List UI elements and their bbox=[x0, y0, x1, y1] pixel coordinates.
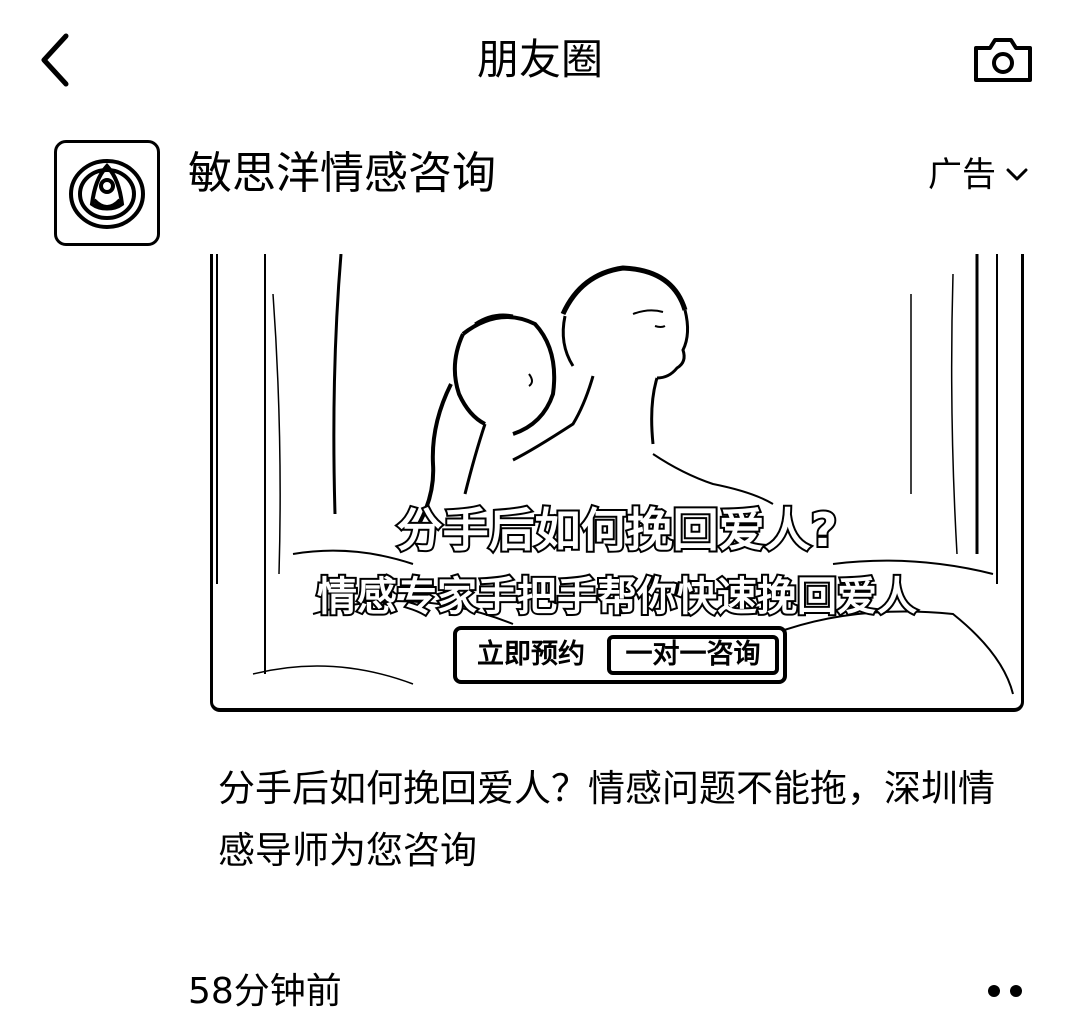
author-name[interactable]: 敏思洋情感咨询 bbox=[188, 146, 496, 202]
post-caption: 分手后如何挽回爱人？情感问题不能拖，深圳情感导师为您咨询 bbox=[218, 767, 995, 872]
more-dots-icon bbox=[988, 985, 1022, 997]
ad-menu[interactable]: 广告 bbox=[928, 152, 1028, 198]
ad-headline: 分手后如何挽回爱人? bbox=[395, 501, 840, 559]
more-button[interactable] bbox=[984, 980, 1028, 1002]
chevron-down-icon bbox=[1006, 168, 1028, 181]
avatar[interactable] bbox=[54, 140, 160, 246]
ad-subheadline: 情感专家手把手帮你快速挽回爱人 bbox=[315, 572, 919, 622]
camera-icon bbox=[974, 38, 1032, 82]
book-now-button[interactable]: 立即预约 bbox=[457, 633, 605, 677]
page-title: 朋友圈 bbox=[476, 35, 603, 84]
consult-button[interactable]: 一对一咨询 bbox=[607, 635, 779, 675]
cta-box: 立即预约 一对一咨询 bbox=[453, 626, 787, 684]
brand-logo bbox=[69, 159, 145, 229]
ad-label: 广告 bbox=[928, 155, 996, 195]
ad-image[interactable]: 分手后如何挽回爱人? 情感专家手把手帮你快速挽回爱人 立即预约 一对一咨询 bbox=[210, 254, 1024, 712]
camera-button[interactable] bbox=[972, 36, 1034, 84]
post-timestamp: 58分钟前 bbox=[188, 971, 342, 1012]
